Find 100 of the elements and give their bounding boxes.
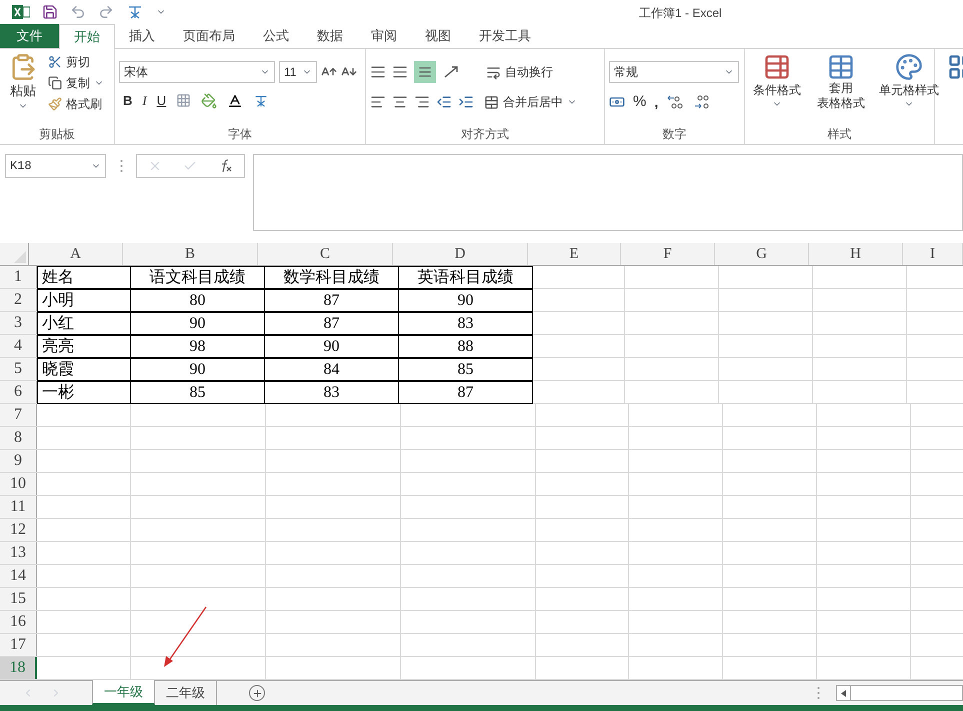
font-size-field[interactable]: 11 <box>279 61 317 83</box>
add-sheet-button[interactable] <box>249 685 265 701</box>
align-top-icon[interactable] <box>370 64 386 80</box>
align-right-icon[interactable] <box>414 94 430 110</box>
row-header[interactable]: 7 <box>0 404 37 426</box>
column-header[interactable]: B <box>123 243 258 265</box>
row-header[interactable]: 13 <box>0 542 37 564</box>
row-header[interactable]: 15 <box>0 588 37 610</box>
font-color-icon[interactable] <box>227 92 244 109</box>
row-header[interactable]: 17 <box>0 634 37 656</box>
group-label: 对齐方式 <box>461 126 509 143</box>
horizontal-scrollbar[interactable] <box>836 685 963 701</box>
ribbon-tab[interactable]: 审阅 <box>357 23 411 48</box>
scissors-icon <box>48 55 62 69</box>
row-header[interactable]: 9 <box>0 450 37 472</box>
cell-styles-button[interactable]: 单元格样式 <box>877 53 941 124</box>
table-icon <box>827 53 855 81</box>
name-box[interactable]: K18 <box>5 154 106 178</box>
merge-cells-icon <box>484 94 499 110</box>
insert-function-icon[interactable] <box>219 159 234 173</box>
formula-input[interactable] <box>253 154 963 231</box>
align-bottom-icon <box>418 65 432 79</box>
column-header[interactable]: F <box>621 243 715 265</box>
increase-decimal-icon[interactable] <box>666 94 684 110</box>
fill-color-icon[interactable] <box>201 92 218 109</box>
font-name-field[interactable]: 宋体 <box>119 61 275 83</box>
decrease-decimal-icon[interactable] <box>692 94 710 110</box>
borders-icon[interactable] <box>176 93 192 108</box>
table-cell: 语文科目成绩 <box>130 266 265 289</box>
bold-button[interactable]: B <box>123 91 132 110</box>
column-header[interactable]: D <box>393 243 528 265</box>
increase-indent-icon[interactable] <box>458 94 474 110</box>
ribbon-tab[interactable]: 视图 <box>411 23 465 48</box>
align-bottom-button[interactable] <box>414 61 436 83</box>
redo-icon[interactable] <box>98 4 114 20</box>
align-middle-icon[interactable] <box>392 64 408 80</box>
column-header[interactable]: H <box>809 243 903 265</box>
format-as-table-button[interactable]: 套用 表格格式 <box>813 53 869 124</box>
row-header[interactable]: 8 <box>0 427 37 449</box>
ribbon-tab[interactable]: 开始 <box>59 24 115 49</box>
table-cell: 小明 <box>37 289 131 312</box>
row-header[interactable]: 4 <box>0 335 37 357</box>
merge-center-button[interactable]: 合并后居中 <box>484 93 577 111</box>
column-header[interactable]: E <box>528 243 621 265</box>
row-header[interactable]: 6 <box>0 381 37 403</box>
row-header[interactable]: 10 <box>0 473 37 495</box>
table-cell: 87 <box>264 289 399 312</box>
save-icon[interactable] <box>42 4 58 20</box>
row-header[interactable]: 3 <box>0 312 37 334</box>
underline-button[interactable]: U <box>156 91 166 110</box>
splitter-icon[interactable] <box>817 686 820 700</box>
row-header[interactable]: 12 <box>0 519 37 541</box>
column-header[interactable]: C <box>258 243 393 265</box>
row-header[interactable]: 14 <box>0 565 37 587</box>
scroll-left-icon[interactable] <box>841 690 846 696</box>
table-cell: 83 <box>398 312 533 335</box>
align-left-icon[interactable] <box>370 94 386 110</box>
group-label: 样式 <box>828 126 852 143</box>
copy-button[interactable]: 复制 <box>48 74 104 92</box>
format-painter-button[interactable]: 格式刷 <box>48 95 104 113</box>
ribbon-tab[interactable]: 公式 <box>249 23 303 48</box>
file-tab[interactable]: 文件 <box>0 23 59 48</box>
column-header[interactable]: G <box>715 243 809 265</box>
annotation-arrow <box>162 606 208 668</box>
number-format-field[interactable]: 常规 <box>609 61 739 83</box>
table-cell: 90 <box>130 312 265 335</box>
row-header[interactable]: 16 <box>0 611 37 633</box>
decrease-indent-icon[interactable] <box>436 94 452 110</box>
paintbrush-icon <box>48 97 62 111</box>
ribbon-tab[interactable]: 数据 <box>303 23 357 48</box>
paste-button[interactable]: 粘贴 <box>4 53 42 124</box>
row-header[interactable]: 5 <box>0 358 37 380</box>
italic-button[interactable]: I <box>142 91 147 110</box>
table-cell: 亮亮 <box>37 335 131 358</box>
wrap-text-button[interactable]: 自动换行 <box>486 63 553 81</box>
column-header[interactable]: A <box>29 243 123 265</box>
table-cell: 一彬 <box>37 381 131 404</box>
table-cell: 83 <box>264 381 399 404</box>
cut-button[interactable]: 剪切 <box>48 53 104 71</box>
row-header[interactable]: 2 <box>0 289 37 311</box>
undo-icon[interactable] <box>70 4 86 20</box>
group-label: 剪贴板 <box>39 126 75 143</box>
wrap-text-icon <box>486 64 501 80</box>
align-center-icon[interactable] <box>392 94 408 110</box>
row-header[interactable]: 11 <box>0 496 37 518</box>
more-icon <box>120 159 122 173</box>
table-cell: 小红 <box>37 312 131 335</box>
table-cell: 87 <box>398 381 533 404</box>
row-header[interactable]: 18 <box>0 657 37 679</box>
group-label: 数字 <box>662 126 686 143</box>
conditional-formatting-button[interactable]: 条件格式 <box>749 53 805 124</box>
row-header[interactable]: 1 <box>0 266 37 288</box>
ribbon-tab[interactable]: 页面布局 <box>169 23 249 48</box>
comma-button[interactable]: , <box>654 92 658 113</box>
ribbon-tab[interactable]: 插入 <box>115 23 169 48</box>
column-header[interactable]: I <box>903 243 963 265</box>
ribbon-tab[interactable]: 开发工具 <box>465 23 545 48</box>
percent-button[interactable]: % <box>633 91 646 114</box>
table-cell: 90 <box>130 358 265 381</box>
sheet-tab[interactable]: 一年级 <box>92 680 155 705</box>
